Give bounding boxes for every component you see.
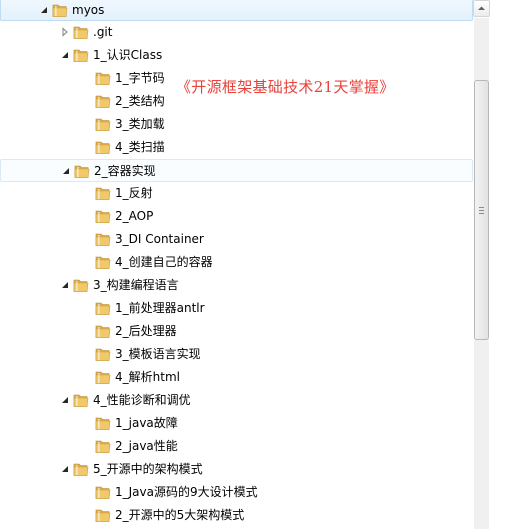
tree-item-label: 1_前处理器antlr	[115, 301, 205, 315]
tree-item-label: 3_模板语言实现	[115, 347, 201, 361]
tree-item-group[interactable]: 5_开源中的架构模式	[0, 458, 473, 481]
folder-icon	[95, 371, 111, 384]
tree-item-folder[interactable]: 4_创建自己的容器	[0, 251, 473, 274]
tree-item-group[interactable]: 4_性能诊断和调优	[0, 389, 473, 412]
folder-icon	[95, 440, 111, 453]
folder-icon	[95, 509, 111, 522]
folder-icon	[73, 49, 89, 62]
tree-item-label: 2_类结构	[115, 94, 165, 108]
folder-icon	[95, 486, 111, 499]
tree-item-label: 1_java故障	[115, 416, 178, 430]
tree-item-label: 3_类加载	[115, 117, 165, 131]
tree-item-folder[interactable]: 3_类加载	[0, 113, 473, 136]
folder-icon	[95, 141, 111, 154]
tree-item-folder[interactable]: 3_DI Container	[0, 228, 473, 251]
tree-item-label: 1_反射	[115, 186, 153, 200]
tree-item-folder[interactable]: 1_前处理器antlr	[0, 297, 473, 320]
tree-item-label: 4_性能诊断和调优	[93, 393, 191, 407]
folder-icon	[74, 165, 90, 178]
tree-item-label: 1_字节码	[115, 71, 165, 85]
expand-arrow-icon[interactable]	[61, 166, 71, 176]
expand-arrow-icon[interactable]	[60, 395, 70, 405]
tree-item-label: 1_Java源码的9大设计模式	[115, 485, 258, 499]
tree-item-folder[interactable]: 1_反射	[0, 182, 473, 205]
tree-item-label: myos	[72, 3, 105, 17]
tree-item-label: 2_AOP	[115, 209, 154, 223]
folder-icon	[73, 394, 89, 407]
collapse-arrow-icon[interactable]	[60, 27, 70, 37]
folder-icon	[73, 463, 89, 476]
folder-icon	[95, 325, 111, 338]
tree-item-label: 4_解析html	[115, 370, 180, 384]
tree-item-folder[interactable]: 1_java故障	[0, 412, 473, 435]
folder-icon	[95, 187, 111, 200]
tree-item-group[interactable]: .git	[0, 21, 473, 44]
tree-item-label: 3_DI Container	[115, 232, 204, 246]
tree-item-group[interactable]: 3_构建编程语言	[0, 274, 473, 297]
folder-icon	[95, 118, 111, 131]
tree-item-folder[interactable]: 2_后处理器	[0, 320, 473, 343]
folder-icon	[95, 95, 111, 108]
tree-item-group[interactable]: 1_认识Class	[0, 44, 473, 67]
tree-item-folder[interactable]: 2_开源中的5大架构模式	[0, 504, 473, 527]
folder-icon	[95, 302, 111, 315]
tree-item-label: 4_创建自己的容器	[115, 255, 213, 269]
tree-item-label: 1_认识Class	[93, 48, 163, 62]
scroll-thumb[interactable]	[474, 80, 489, 340]
course-title-overlay: 《开源框架基础技术21天掌握》	[176, 78, 395, 96]
folder-icon	[95, 256, 111, 269]
tree-item-label: .git	[93, 25, 113, 39]
tree-item-label: 4_类扫描	[115, 140, 165, 154]
vertical-scrollbar[interactable]	[473, 0, 510, 529]
scroll-up-button[interactable]	[473, 0, 490, 17]
explorer-window: myos .git 1_认识Class 1_字节码 2_类结构 3_类加载 4_类扫描 2_容…	[0, 0, 510, 529]
expand-arrow-icon[interactable]	[60, 50, 70, 60]
grip-icon	[479, 207, 484, 214]
tree-item-folder[interactable]: 1_Java源码的9大设计模式	[0, 481, 473, 504]
folder-icon	[95, 233, 111, 246]
tree-item-root[interactable]: myos	[0, 0, 473, 21]
tree-item-folder[interactable]: 4_类扫描	[0, 136, 473, 159]
tree-item-label: 2_容器实现	[94, 164, 156, 178]
expand-arrow-icon[interactable]	[60, 464, 70, 474]
folder-icon	[73, 26, 89, 39]
expand-arrow-icon[interactable]	[60, 280, 70, 290]
folder-icon	[95, 210, 111, 223]
chevron-up-icon	[478, 6, 485, 10]
folder-icon	[95, 417, 111, 430]
tree-item-label: 2_java性能	[115, 439, 178, 453]
tree-item-folder[interactable]: 2_AOP	[0, 205, 473, 228]
expand-arrow-icon[interactable]	[39, 5, 49, 15]
tree-item-folder[interactable]: 3_模板语言实现	[0, 343, 473, 366]
tree-item-label: 2_开源中的5大架构模式	[115, 508, 245, 522]
tree-item-label: 3_构建编程语言	[93, 278, 179, 292]
tree-item-folder[interactable]: 4_解析html	[0, 366, 473, 389]
scroll-track[interactable]	[474, 18, 489, 529]
tree-item-label: 2_后处理器	[115, 324, 177, 338]
folder-icon	[73, 279, 89, 292]
folder-icon	[95, 348, 111, 361]
tree-item-label: 5_开源中的架构模式	[93, 462, 203, 476]
folder-icon	[52, 4, 68, 17]
folder-icon	[95, 72, 111, 85]
tree-item-folder[interactable]: 2_java性能	[0, 435, 473, 458]
tree-item-group[interactable]: 2_容器实现	[0, 159, 473, 182]
